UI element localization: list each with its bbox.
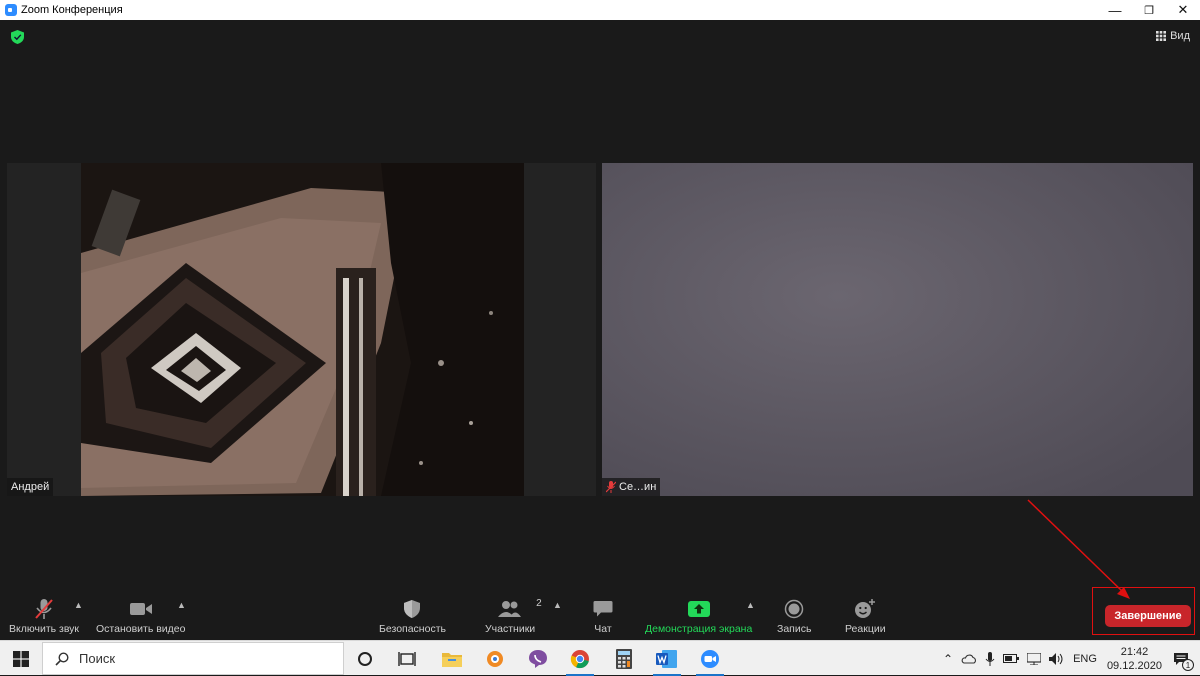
battery-icon[interactable] bbox=[1003, 654, 1020, 663]
start-button[interactable] bbox=[0, 641, 42, 676]
chrome-icon bbox=[570, 649, 589, 668]
end-meeting-label: Завершение bbox=[1114, 610, 1182, 622]
zoom-icon bbox=[701, 649, 719, 668]
smiley-plus-icon bbox=[855, 599, 876, 618]
participant-video bbox=[81, 163, 524, 496]
muted-mic-icon bbox=[606, 481, 616, 493]
reactions-label: Реакции bbox=[845, 623, 886, 635]
participants-chevron-up-icon[interactable]: ▲ bbox=[553, 600, 562, 610]
windows-taskbar: Поиск ⌃ ENG 21:42 09.12.2020 1 bbox=[0, 640, 1200, 676]
task-view-button[interactable] bbox=[387, 641, 427, 676]
security-button[interactable]: Безопасность bbox=[379, 598, 446, 635]
share-screen-label: Демонстрация экрана bbox=[645, 623, 753, 635]
viber-icon bbox=[529, 649, 547, 668]
video-options-chevron-up-icon[interactable]: ▲ bbox=[177, 600, 186, 610]
muted-mic-icon bbox=[35, 599, 53, 619]
microphone-icon[interactable] bbox=[985, 651, 995, 666]
taskbar-app-button[interactable] bbox=[475, 641, 515, 676]
participants-icon bbox=[498, 601, 522, 617]
participants-label: Участники bbox=[485, 623, 536, 635]
action-center-button[interactable]: 1 bbox=[1168, 641, 1194, 676]
minimize-icon: — bbox=[1108, 2, 1122, 18]
participant-name-tag: Андрей bbox=[7, 478, 54, 496]
participant-name: Андрей bbox=[11, 481, 50, 493]
record-icon bbox=[784, 599, 804, 619]
restore-button[interactable]: ❐ bbox=[1132, 0, 1166, 20]
clock-date: 09.12.2020 bbox=[1106, 659, 1162, 672]
restore-icon: ❐ bbox=[1144, 4, 1154, 17]
word-icon bbox=[656, 649, 677, 668]
file-explorer-icon bbox=[442, 652, 462, 667]
reactions-button[interactable]: Реакции bbox=[845, 598, 886, 635]
record-label: Запись bbox=[777, 623, 812, 635]
participant-tile[interactable]: Се…ин bbox=[602, 163, 1193, 496]
system-tray: ⌃ ENG 21:42 09.12.2020 1 bbox=[943, 641, 1200, 676]
task-view-icon bbox=[398, 651, 416, 666]
app-icon bbox=[487, 650, 503, 667]
participant-name-tag: Се…ин bbox=[602, 478, 661, 496]
close-icon: ✕ bbox=[1177, 2, 1189, 17]
zoom-taskbar-button[interactable] bbox=[690, 641, 730, 676]
chat-button[interactable]: Чат bbox=[593, 598, 613, 635]
language-indicator[interactable]: ENG bbox=[1073, 653, 1097, 665]
taskbar-search-box[interactable]: Поиск bbox=[42, 642, 344, 675]
clock-time: 21:42 bbox=[1120, 645, 1149, 658]
participants-count: 2 bbox=[536, 598, 542, 609]
calculator-button[interactable] bbox=[604, 641, 644, 676]
viber-button[interactable] bbox=[518, 641, 558, 676]
chat-label: Чат bbox=[594, 623, 612, 635]
chat-icon bbox=[593, 601, 613, 617]
meeting-toolbar: Включить звук ▲ Остановить видео ▲ Безоп… bbox=[0, 592, 1200, 640]
notification-count-badge: 1 bbox=[1182, 659, 1194, 671]
window-title: Zoom Конференция bbox=[21, 4, 123, 16]
window-titlebar: Zoom Конференция — ❐ ✕ bbox=[0, 0, 1200, 20]
view-button[interactable]: Вид bbox=[1156, 30, 1190, 42]
close-button[interactable]: ✕ bbox=[1166, 0, 1200, 20]
video-camera-icon bbox=[129, 603, 152, 615]
participant-tile[interactable]: Андрей bbox=[7, 163, 596, 496]
stop-video-label: Остановить видео bbox=[96, 623, 186, 635]
clock[interactable]: 21:42 09.12.2020 bbox=[1107, 645, 1162, 673]
cortana-button[interactable] bbox=[345, 641, 385, 676]
participants-button[interactable]: 2 Участники bbox=[485, 598, 542, 635]
chrome-button[interactable] bbox=[560, 641, 600, 676]
volume-icon[interactable] bbox=[1049, 652, 1065, 665]
search-placeholder: Поиск bbox=[79, 651, 116, 666]
network-icon[interactable] bbox=[1027, 652, 1042, 665]
unmute-button[interactable]: Включить звук bbox=[9, 598, 79, 635]
calculator-icon bbox=[616, 648, 632, 669]
file-explorer-button[interactable] bbox=[432, 641, 472, 676]
share-options-chevron-up-icon[interactable]: ▲ bbox=[746, 600, 755, 610]
cortana-icon bbox=[358, 651, 372, 666]
participant-video bbox=[602, 163, 1193, 496]
shield-icon bbox=[404, 600, 421, 618]
show-hidden-icons-chevron-up-icon[interactable]: ⌃ bbox=[943, 652, 953, 666]
onedrive-icon[interactable] bbox=[961, 654, 977, 664]
zoom-app-icon bbox=[5, 4, 17, 16]
grid-icon bbox=[1156, 31, 1167, 41]
participant-name: Се…ин bbox=[619, 481, 657, 493]
windows-logo-icon bbox=[13, 650, 29, 667]
minimize-button[interactable]: — bbox=[1098, 0, 1132, 20]
meeting-stage: Вид Андрей Се…ин bbox=[0, 20, 1200, 592]
share-screen-icon bbox=[687, 601, 710, 617]
record-button[interactable]: Запись bbox=[777, 598, 811, 635]
window-controls: — ❐ ✕ bbox=[1098, 0, 1200, 20]
share-screen-button[interactable]: Демонстрация экрана bbox=[645, 598, 752, 635]
word-button[interactable] bbox=[647, 641, 687, 676]
stop-video-button[interactable]: Остановить видео bbox=[96, 598, 185, 635]
view-label: Вид bbox=[1170, 30, 1190, 42]
audio-options-chevron-up-icon[interactable]: ▲ bbox=[74, 600, 83, 610]
unmute-label: Включить звук bbox=[9, 623, 80, 635]
end-meeting-button[interactable]: Завершение bbox=[1105, 605, 1191, 627]
security-label: Безопасность bbox=[379, 623, 446, 635]
search-icon bbox=[55, 651, 69, 666]
shield-check-icon[interactable] bbox=[11, 30, 24, 44]
